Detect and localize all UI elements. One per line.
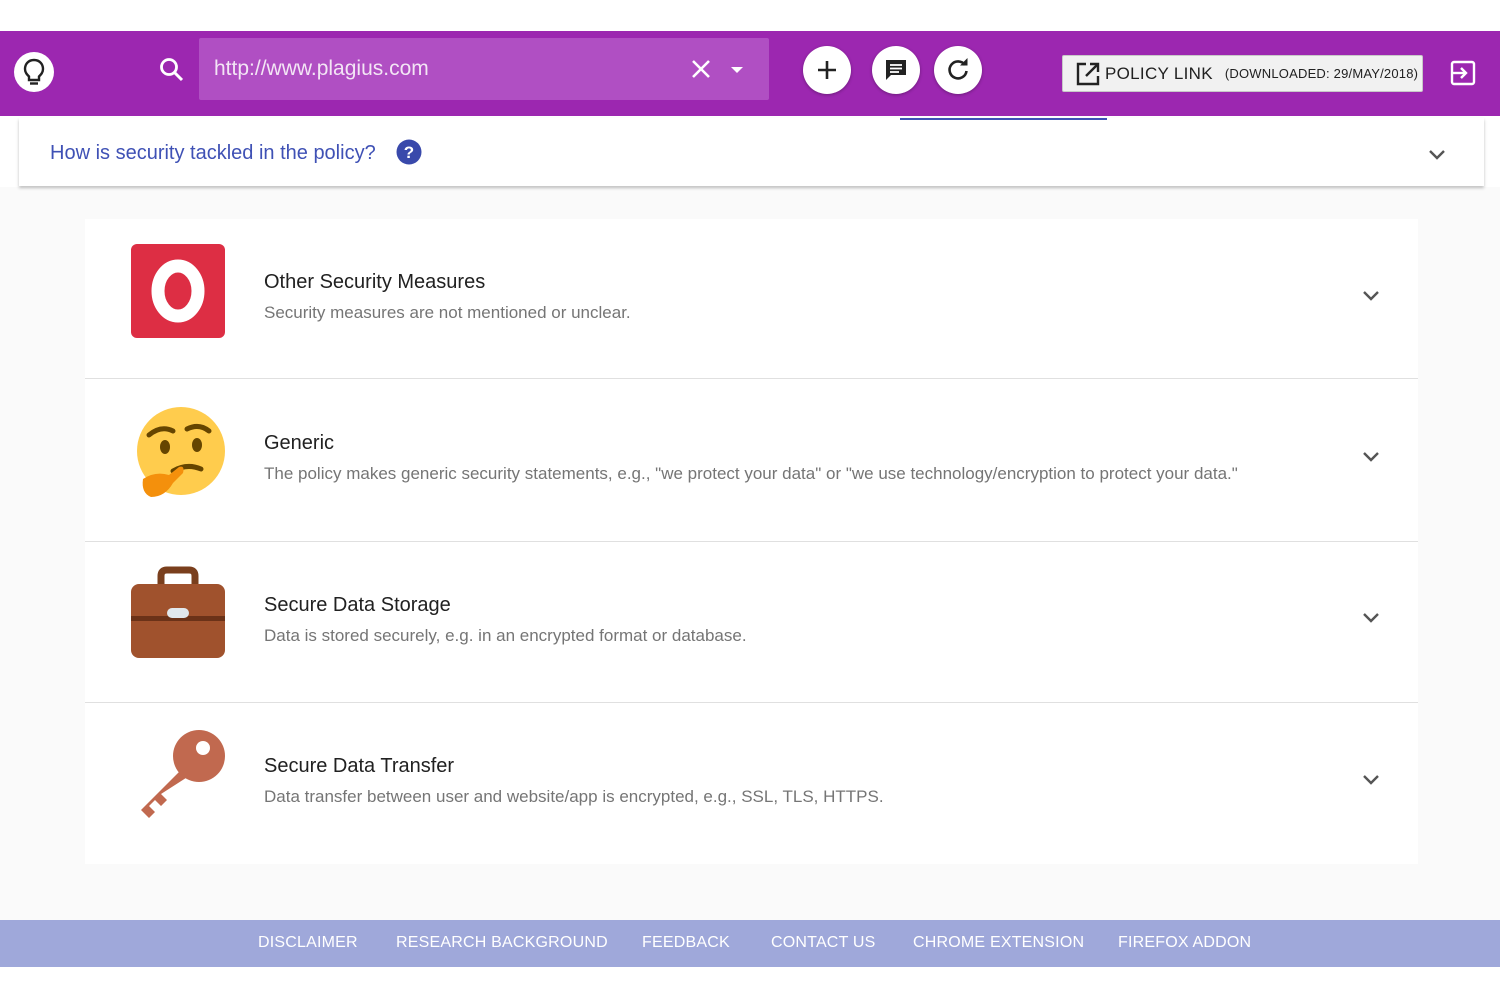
search-icon[interactable] <box>158 56 186 84</box>
url-search-box <box>199 38 769 100</box>
o-letter-icon <box>131 244 225 338</box>
item-description: The policy makes generic security statem… <box>264 464 1238 483</box>
question-panel[interactable]: How is security tackled in the policy? ? <box>19 118 1484 186</box>
bottom-margin <box>0 967 1500 1000</box>
add-icon <box>818 61 836 79</box>
policy-link-label: POLICY LINK <box>1105 63 1213 83</box>
chevron-down-icon[interactable] <box>1425 142 1449 166</box>
item-title: Secure Data Transfer <box>264 755 455 777</box>
footer: DISCLAIMER RESEARCH BACKGROUND FEEDBACK … <box>0 920 1500 967</box>
thinking-face-icon <box>137 407 225 497</box>
footer-link-contact-us[interactable]: CONTACT US <box>771 934 876 952</box>
lightbulb-icon[interactable] <box>14 52 54 92</box>
svg-text:?: ? <box>404 143 414 162</box>
item-description: Data transfer between user and website/a… <box>264 787 884 806</box>
footer-link-chrome-extension[interactable]: CHROME EXTENSION <box>913 934 1084 952</box>
chevron-down-icon[interactable] <box>1359 605 1383 629</box>
footer-link-firefox-addon[interactable]: FIREFOX ADDON <box>1118 934 1251 952</box>
exit-icon[interactable] <box>1449 59 1477 87</box>
help-icon[interactable]: ? <box>396 139 422 165</box>
refresh-button[interactable] <box>934 46 982 94</box>
item-title: Generic <box>264 432 335 454</box>
open-in-new-icon <box>1076 62 1100 85</box>
chevron-down-icon[interactable] <box>1359 444 1383 468</box>
question-title: How is security tackled in the policy? <box>50 142 376 164</box>
list-item[interactable]: Secure Data Storage Data is stored secur… <box>85 542 1418 703</box>
add-button[interactable] <box>803 46 851 94</box>
briefcase-icon <box>131 566 225 658</box>
page: POLICY LINK (DOWNLOADED: 29/MAY/2018) Ho… <box>0 0 1500 1000</box>
list-item[interactable]: Other Security Measures Security measure… <box>85 219 1418 380</box>
comment-icon <box>886 60 906 80</box>
item-title: Other Security Measures <box>264 271 486 293</box>
item-description: Data is stored securely, e.g. in an encr… <box>264 626 747 645</box>
policy-link-button[interactable]: POLICY LINK (DOWNLOADED: 29/MAY/2018) <box>1062 55 1423 92</box>
item-title: Secure Data Storage <box>264 594 451 616</box>
arrow-drop-down-icon[interactable] <box>727 62 747 78</box>
list-item[interactable]: Generic The policy makes generic securit… <box>85 380 1418 541</box>
chevron-down-icon[interactable] <box>1359 283 1383 307</box>
divider <box>85 378 1418 379</box>
footer-link-research-background[interactable]: RESEARCH BACKGROUND <box>396 934 608 952</box>
list-item[interactable]: Secure Data Transfer Data transfer betwe… <box>85 703 1418 864</box>
item-description: Security measures are not mentioned or u… <box>264 303 631 322</box>
toolbar: POLICY LINK (DOWNLOADED: 29/MAY/2018) <box>0 31 1500 116</box>
refresh-icon <box>948 58 968 80</box>
close-icon[interactable] <box>689 57 713 81</box>
footer-link-feedback[interactable]: FEEDBACK <box>642 934 730 952</box>
top-margin <box>0 0 1500 31</box>
key-icon <box>141 730 225 818</box>
chevron-down-icon[interactable] <box>1359 767 1383 791</box>
policy-download-date: (DOWNLOADED: 29/MAY/2018) <box>1224 66 1419 81</box>
comment-button[interactable] <box>872 46 920 94</box>
active-tab-indicator <box>900 118 1107 120</box>
footer-link-disclaimer[interactable]: DISCLAIMER <box>258 934 358 952</box>
url-input[interactable] <box>214 38 674 100</box>
category-list: Other Security Measures Security measure… <box>85 219 1418 864</box>
